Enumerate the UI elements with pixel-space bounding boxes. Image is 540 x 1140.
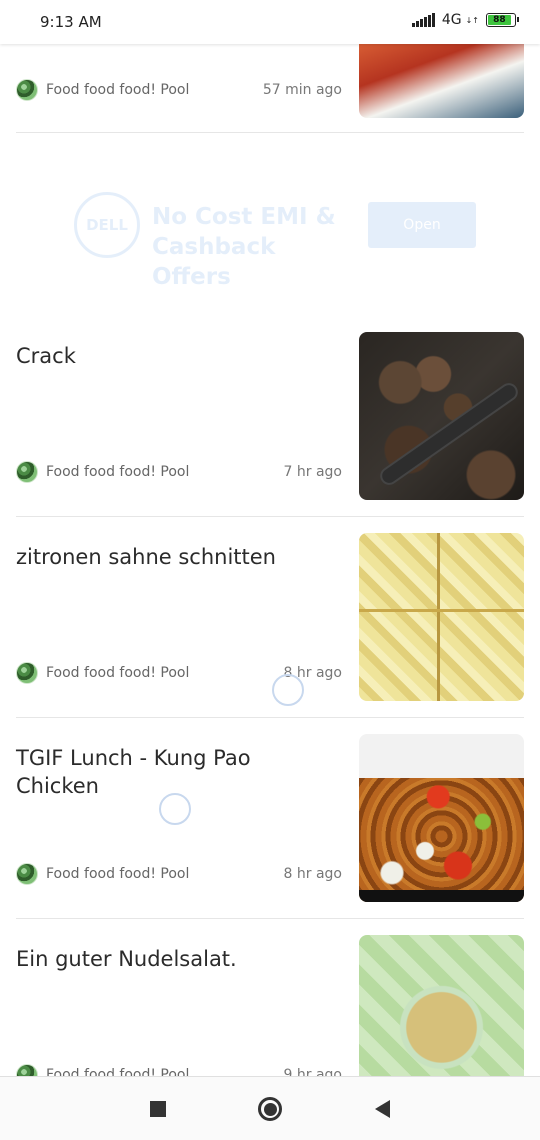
feed-item[interactable]: zitronen sahne schnitten Food food food!… <box>16 533 524 701</box>
group-avatar <box>16 1064 38 1076</box>
loading-spinner-icon <box>272 674 304 706</box>
feed-item-thumbnail[interactable] <box>359 734 524 902</box>
status-indicators: 4G ↓↑ 88 <box>411 12 519 28</box>
feed-item-time: 57 min ago <box>262 82 342 98</box>
network-type: 4G <box>441 12 462 28</box>
nutcracker-shape <box>379 382 519 486</box>
status-bar: 9:13 AM 4G ↓↑ 88 <box>0 0 540 44</box>
feed-item-time: 7 hr ago <box>283 464 342 480</box>
dell-logo: DELL <box>74 192 140 258</box>
group-avatar <box>16 662 38 684</box>
feed-item-time: 8 hr ago <box>283 866 342 882</box>
recents-icon[interactable] <box>146 1097 170 1121</box>
back-icon[interactable] <box>370 1097 394 1121</box>
feed-item-title[interactable]: Ein guter Nudelsalat. <box>16 945 336 973</box>
feed-item[interactable]: Ein guter Nudelsalat. Food food food! Po… <box>16 935 524 1076</box>
feed-item-title[interactable]: TGIF Lunch - Kung Pao Chicken <box>16 744 336 800</box>
feed-item-title[interactable]: Crack <box>16 342 336 370</box>
feed-item-thumbnail[interactable] <box>359 935 524 1076</box>
system-nav-bar <box>0 1076 540 1140</box>
feed-item-source[interactable]: Food food food! Pool <box>46 464 284 480</box>
group-avatar <box>16 79 38 101</box>
feed-item-meta: Food food food! Pool 7 hr ago <box>16 461 342 483</box>
ad-open-button[interactable]: Open <box>368 202 476 248</box>
feed-item-source[interactable]: Food food food! Pool <box>46 82 263 98</box>
feed-item-meta: Food food food! Pool 8 hr ago <box>16 863 342 885</box>
feed-item-time: 9 hr ago <box>283 1067 342 1076</box>
feed-item-thumbnail[interactable] <box>359 533 524 701</box>
ad-banner[interactable]: DELL No Cost EMI & Cashback Offers Open <box>60 190 490 290</box>
battery-icon: 88 <box>486 13 519 27</box>
loading-spinner-icon <box>159 793 191 825</box>
network-activity-icon: ↓↑ <box>465 15 479 25</box>
divider <box>16 516 524 517</box>
feed-item[interactable]: Crack Food food food! Pool 7 hr ago <box>16 332 524 500</box>
status-time: 9:13 AM <box>40 13 102 31</box>
feed-item-source[interactable]: Food food food! Pool <box>46 866 284 882</box>
feed-item-source[interactable]: Food food food! Pool <box>46 1067 284 1076</box>
group-avatar <box>16 863 38 885</box>
divider <box>16 132 524 133</box>
divider <box>16 918 524 919</box>
feed-item-title[interactable]: zitronen sahne schnitten <box>16 543 336 571</box>
feed-item-meta: Food food food! Pool 57 min ago <box>16 79 342 101</box>
ad-headline: No Cost EMI & Cashback Offers <box>152 204 336 290</box>
feed-item[interactable]: TGIF Lunch - Kung Pao Chicken Food food … <box>16 734 524 902</box>
feed-item-thumbnail[interactable] <box>359 332 524 500</box>
feed-item-meta: Food food food! Pool 9 hr ago <box>16 1064 342 1076</box>
signal-icon <box>411 13 435 27</box>
home-icon[interactable] <box>258 1097 282 1121</box>
battery-level: 88 <box>488 15 511 25</box>
divider <box>16 717 524 718</box>
group-avatar <box>16 461 38 483</box>
feed-item-source[interactable]: Food food food! Pool <box>46 665 284 681</box>
